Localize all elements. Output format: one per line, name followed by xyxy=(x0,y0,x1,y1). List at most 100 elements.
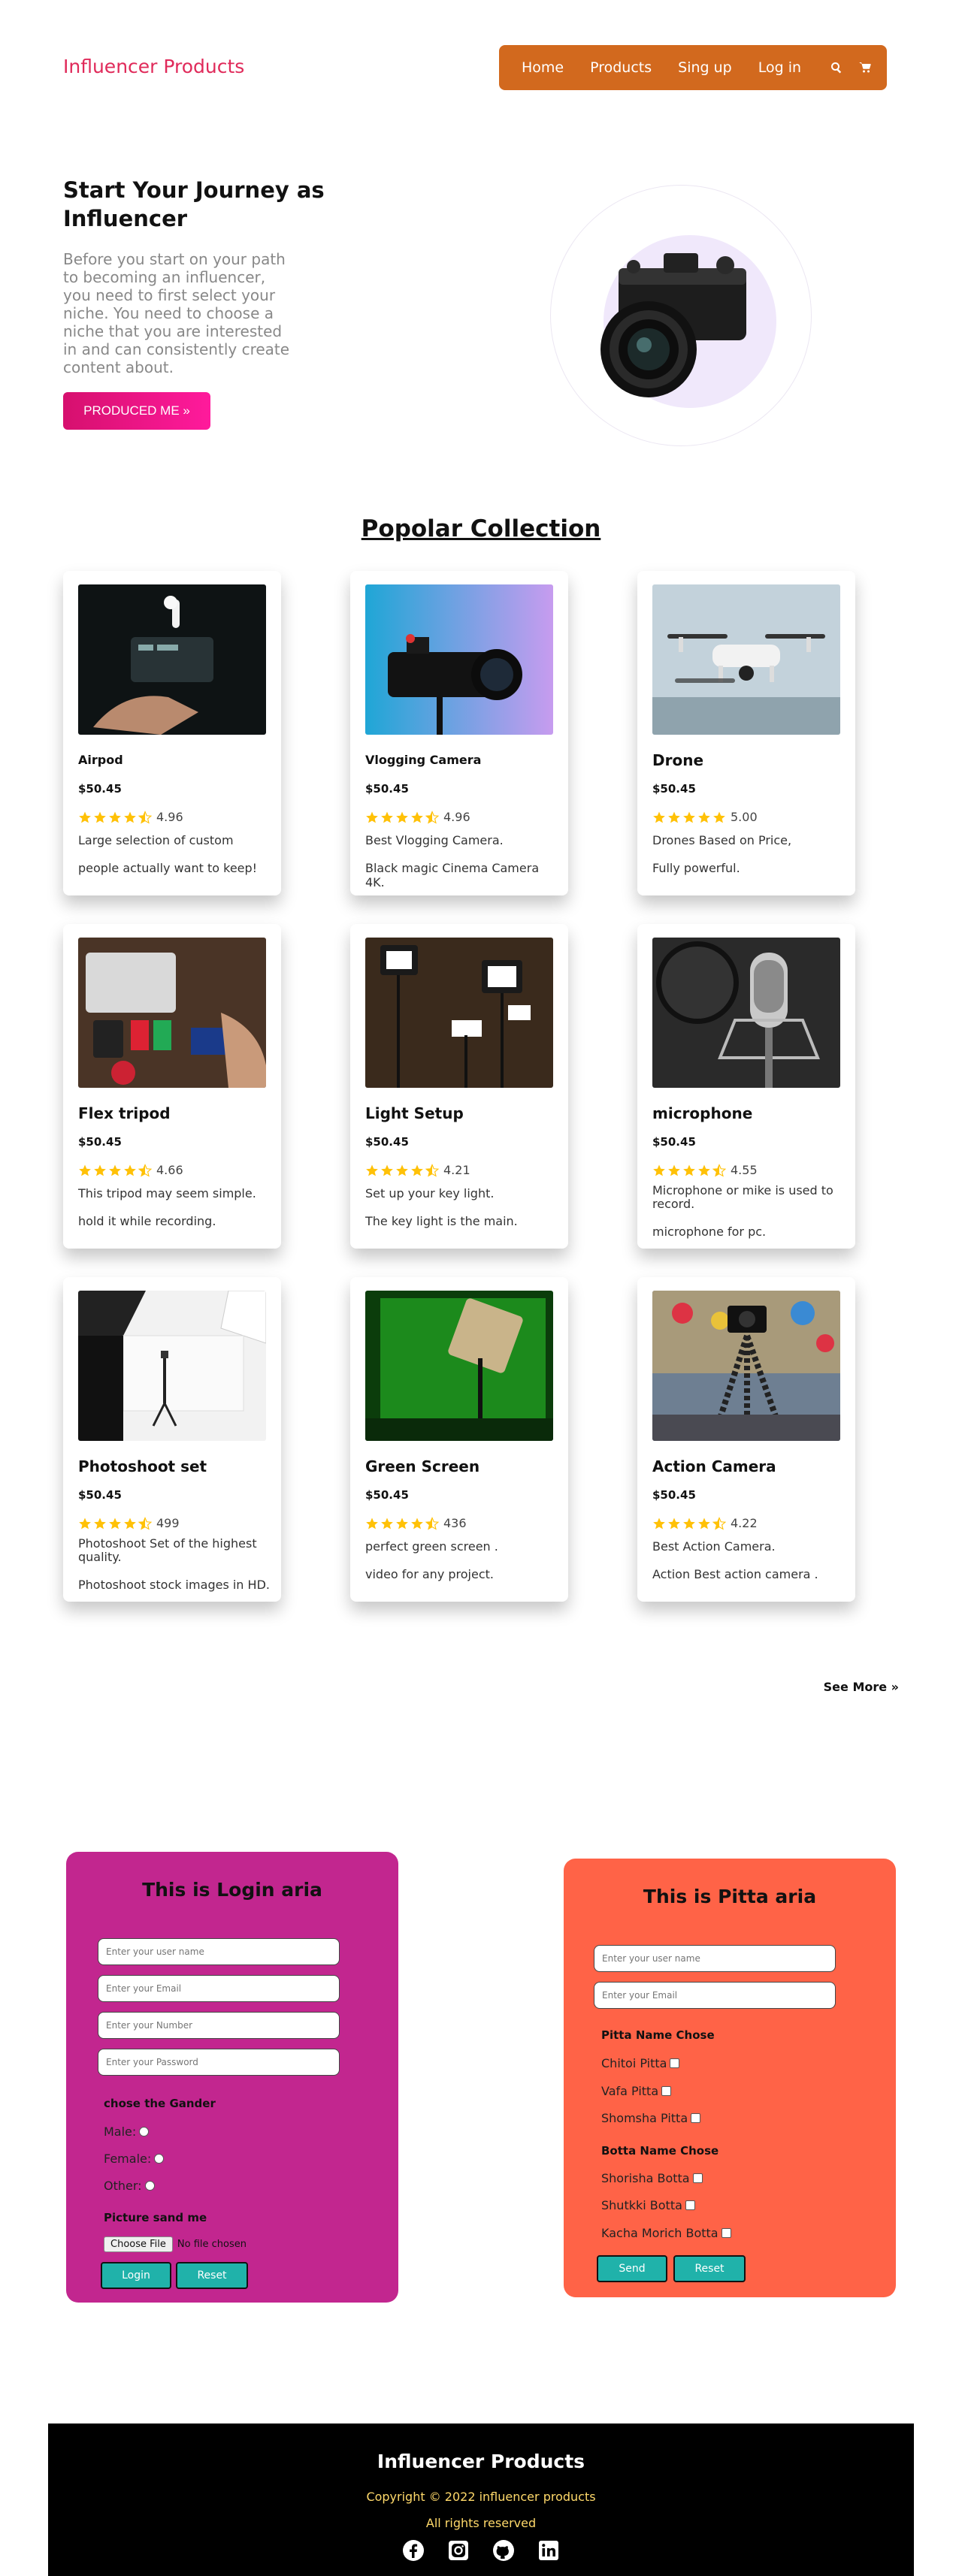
product-price: $50.45 xyxy=(652,1135,696,1149)
product-name: microphone xyxy=(652,1104,753,1122)
file-input[interactable]: Choose File No file chosen xyxy=(104,2236,247,2252)
product-image xyxy=(652,938,840,1088)
product-image xyxy=(365,1291,553,1441)
shutkki-checkbox[interactable] xyxy=(685,2200,695,2210)
product-rating: 4.96 xyxy=(78,810,183,824)
pitta-option-vafa[interactable]: Vafa Pitta xyxy=(601,2084,672,2098)
product-price: $50.45 xyxy=(365,1488,409,1502)
product-description: Set up your key light. xyxy=(365,1186,495,1200)
gender-label: chose the Gander xyxy=(104,2097,216,2110)
login-email-input[interactable] xyxy=(98,1975,340,2002)
nav-home[interactable]: Home xyxy=(522,59,564,76)
footer-title: Influencer Products xyxy=(377,2451,585,2472)
product-card[interactable]: microphone $50.45 4.55 Microphone or mike i… xyxy=(637,924,855,1249)
login-reset-button[interactable]: Reset xyxy=(176,2262,248,2289)
pitta-email-input[interactable] xyxy=(594,1982,836,2009)
product-card[interactable]: Vlogging Camera $50.45 4.96 Best Vlogging C… xyxy=(350,571,568,895)
rating-value: 4.96 xyxy=(443,810,470,824)
pitta-option-shomsha[interactable]: Shomsha Pitta xyxy=(601,2111,701,2125)
product-card[interactable]: Drone $50.45 5.00 Drones Based on Price, Ful… xyxy=(637,571,855,895)
file-status: No file chosen xyxy=(177,2239,247,2250)
product-description: Best Vlogging Camera. xyxy=(365,833,504,847)
rating-value: 4.21 xyxy=(443,1163,470,1177)
product-card[interactable]: Photoshoot set $50.45 499 Photoshoot Set of… xyxy=(63,1277,281,1602)
product-description-2: Action Best action camera . xyxy=(652,1567,818,1581)
rating-value: 499 xyxy=(156,1516,180,1530)
pitta-reset-button[interactable]: Reset xyxy=(673,2255,746,2282)
product-image xyxy=(652,1291,840,1441)
botta-option-kacha-morich[interactable]: Kacha Morich Botta xyxy=(601,2226,731,2240)
product-price: $50.45 xyxy=(78,1135,122,1149)
gender-female[interactable]: Female: xyxy=(104,2152,165,2166)
login-username-input[interactable] xyxy=(98,1938,340,1965)
product-name: Action Camera xyxy=(652,1457,776,1475)
product-rating: 4.22 xyxy=(652,1516,758,1530)
picture-label: Picture sand me xyxy=(104,2211,207,2224)
product-description: Microphone or mike is used to record. xyxy=(652,1183,833,1211)
collection-title: Popolar Collection xyxy=(361,515,601,542)
product-rating: 4.96 xyxy=(365,810,470,824)
product-description: Photoshoot Set of the highest quality. xyxy=(78,1536,257,1564)
search-icon[interactable] xyxy=(830,62,843,74)
product-card[interactable]: Flex tripod $50.45 4.66 This tripod may see… xyxy=(63,924,281,1249)
product-image xyxy=(78,584,266,735)
product-image xyxy=(365,584,553,735)
product-price: $50.45 xyxy=(652,782,696,796)
product-card[interactable]: Action Camera $50.45 4.22 Best Action Camer… xyxy=(637,1277,855,1602)
rating-value: 436 xyxy=(443,1516,467,1530)
chitoi-checkbox[interactable] xyxy=(670,2058,680,2068)
cart-icon[interactable] xyxy=(859,62,871,74)
product-image xyxy=(78,1291,266,1441)
product-name: Drone xyxy=(652,751,704,769)
botta-option-shutkki[interactable]: Shutkki Botta xyxy=(601,2198,695,2212)
rating-value: 4.22 xyxy=(731,1516,758,1530)
pitta-option-chitoi[interactable]: Chitoi Pitta xyxy=(601,2056,680,2070)
login-button[interactable]: Login xyxy=(101,2262,171,2289)
brand-logo[interactable]: Influencer Products xyxy=(63,56,244,77)
login-password-input[interactable] xyxy=(98,2049,340,2076)
vafa-checkbox[interactable] xyxy=(661,2086,672,2096)
gender-male[interactable]: Male: xyxy=(104,2125,150,2139)
instagram-icon[interactable] xyxy=(447,2539,470,2562)
botta-option-shorisha[interactable]: Shorisha Botta xyxy=(601,2171,703,2185)
shomsha-checkbox[interactable] xyxy=(691,2113,701,2123)
choose-file-button[interactable]: Choose File xyxy=(104,2236,173,2252)
product-description-2: video for any project. xyxy=(365,1567,494,1581)
rating-value: 5.00 xyxy=(731,810,758,824)
product-rating: 5.00 xyxy=(652,810,758,824)
see-more-link[interactable]: See More » xyxy=(824,1680,899,1694)
hero-title: Start Your Journey as Influencer xyxy=(63,177,325,231)
nav-products[interactable]: Products xyxy=(590,59,652,76)
product-name: Vlogging Camera xyxy=(365,753,482,767)
shorisha-checkbox[interactable] xyxy=(692,2173,703,2183)
pitta-username-input[interactable] xyxy=(594,1945,836,1972)
nav-signup[interactable]: Sing up xyxy=(678,59,732,76)
female-radio[interactable] xyxy=(154,2154,165,2164)
login-number-input[interactable] xyxy=(98,2012,340,2039)
gender-other[interactable]: Other: xyxy=(104,2179,155,2193)
product-price: $50.45 xyxy=(365,782,409,796)
product-price: $50.45 xyxy=(78,782,122,796)
github-icon[interactable] xyxy=(492,2539,515,2562)
camera-image xyxy=(600,253,746,397)
produced-me-button[interactable]: PRODUCED ME » xyxy=(63,392,210,430)
product-name: Flex tripod xyxy=(78,1104,171,1122)
male-radio[interactable] xyxy=(139,2127,150,2137)
product-card[interactable]: Light Setup $50.45 4.21 Set up your key lig… xyxy=(350,924,568,1249)
nav-icons xyxy=(830,62,871,74)
other-radio[interactable] xyxy=(144,2181,155,2191)
product-image xyxy=(365,938,553,1088)
product-image xyxy=(652,584,840,735)
pitta-label: Pitta Name Chose xyxy=(601,2028,715,2042)
send-button[interactable]: Send xyxy=(597,2255,667,2282)
linkedin-icon[interactable] xyxy=(537,2539,560,2562)
product-card[interactable]: Airpod $50.45 4.96 Large selection of custo… xyxy=(63,571,281,895)
product-description-2: people actually want to keep! xyxy=(78,861,258,875)
product-card[interactable]: Green Screen $50.45 436 perfect green scree… xyxy=(350,1277,568,1602)
footer-copyright: Copyright © 2022 influencer products xyxy=(366,2490,596,2504)
nav-login[interactable]: Log in xyxy=(758,59,801,76)
login-title: This is Login aria xyxy=(142,1879,322,1901)
kacha-morich-checkbox[interactable] xyxy=(721,2228,731,2238)
facebook-icon[interactable] xyxy=(402,2539,425,2562)
product-description: Large selection of custom xyxy=(78,833,234,847)
